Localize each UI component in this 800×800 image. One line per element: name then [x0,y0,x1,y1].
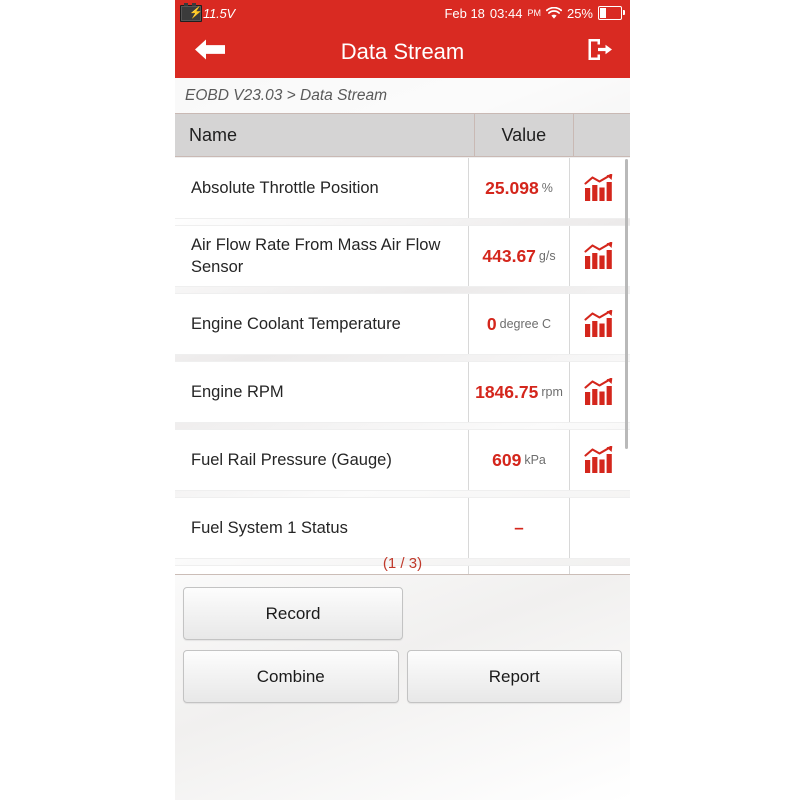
row-parameter-name: Fuel Rail Pressure (Gauge) [175,430,469,490]
table-row[interactable]: Fuel System 1 Status – [175,497,630,559]
back-button[interactable] [193,37,227,68]
row-value: 1846.75 [475,381,539,402]
table-row[interactable]: Absolute Throttle Position 25.098% [175,157,630,219]
row-unit: g/s [538,249,556,263]
battery-percent-label: 25% [566,5,593,21]
bar-chart-icon[interactable] [570,430,628,490]
row-unit: degree C [499,317,552,331]
table-row[interactable]: Engine Coolant Temperature 0 degree C [175,293,630,355]
row-parameter-name: Air Flow Rate From Mass Air Flow Sensor [175,226,469,286]
row-value-cell: 0 degree C [469,294,570,354]
bar-chart-icon[interactable] [570,294,628,354]
car-battery-icon: ⚡ [180,2,203,22]
rows-container: Absolute Throttle Position 25.098% Air Flo… [175,157,630,574]
table-row[interactable]: Air Flow Rate From Mass Air Flow Sensor 4… [175,225,630,287]
status-bar-right: Feb 18 03:44 PM 25% [444,5,625,21]
row-unit: rpm [541,385,563,399]
row-unit: kPa [524,453,546,467]
row-parameter-name: Fuel System 2 Status [175,566,469,574]
chart-cell-empty [570,498,628,558]
app-header: Data Stream [175,26,630,78]
breadcrumb: EOBD V23.03 > Data Stream [175,78,630,113]
row-value: – [514,518,524,537]
row-parameter-name: Absolute Throttle Position [175,158,469,218]
row-value-cell: 443.67 g/s [469,226,570,286]
row-parameter-name: Engine RPM [175,362,469,422]
bar-chart-icon[interactable] [570,226,628,286]
status-date: Feb 18 [444,5,485,21]
button-row-top: Record [183,587,622,640]
table-header: Name Value [175,113,630,157]
list-scrollbar[interactable] [625,159,628,449]
chart-cell-empty [570,566,628,574]
action-button-zone: Record Combine Report [175,575,630,703]
row-value-cell: – [469,498,570,558]
table-row[interactable]: Engine RPM 1846.75 rpm [175,361,630,423]
battery-icon [598,6,625,20]
column-header-chart [574,114,630,156]
phone-screen: ⚡ 11.5V Feb 18 03:44 PM 25% Data Stream [175,0,630,800]
record-button[interactable]: Record [183,587,403,640]
data-stream-list[interactable]: Absolute Throttle Position 25.098% Air Flo… [175,157,630,574]
combine-button[interactable]: Combine [183,650,399,703]
table-row[interactable]: Fuel System 2 Status– [175,565,630,574]
status-ampm: PM [527,8,541,18]
row-value: 443.67 [482,245,536,266]
page-title: Data Stream [340,39,465,64]
column-header-name: Name [189,124,238,145]
table-row[interactable]: Fuel Rail Pressure (Gauge) 609 kPa [175,429,630,491]
row-unit: % [541,181,553,195]
row-parameter-name: Fuel System 1 Status [175,498,469,558]
status-time: 03:44 [489,5,523,21]
row-value-cell: 25.098% [469,158,570,218]
report-button[interactable]: Report [406,650,622,703]
row-value: 609 [492,449,522,470]
voltage-reading: 11.5V [203,5,236,21]
bar-chart-icon[interactable] [570,158,628,218]
row-value-cell: 1846.75 rpm [469,362,570,422]
row-value-cell: – [469,566,570,574]
exit-button[interactable] [586,37,614,68]
row-value-cell: 609 kPa [469,430,570,490]
row-parameter-name: Engine Coolant Temperature [175,294,469,354]
wifi-icon [545,6,563,20]
column-header-value: Value [473,114,574,156]
bar-chart-icon[interactable] [570,362,628,422]
row-value: 25.098 [485,177,539,198]
row-value: 0 [486,313,497,334]
button-row-bottom: Combine Report [183,650,622,703]
status-bar: ⚡ 11.5V Feb 18 03:44 PM 25% [175,0,630,26]
